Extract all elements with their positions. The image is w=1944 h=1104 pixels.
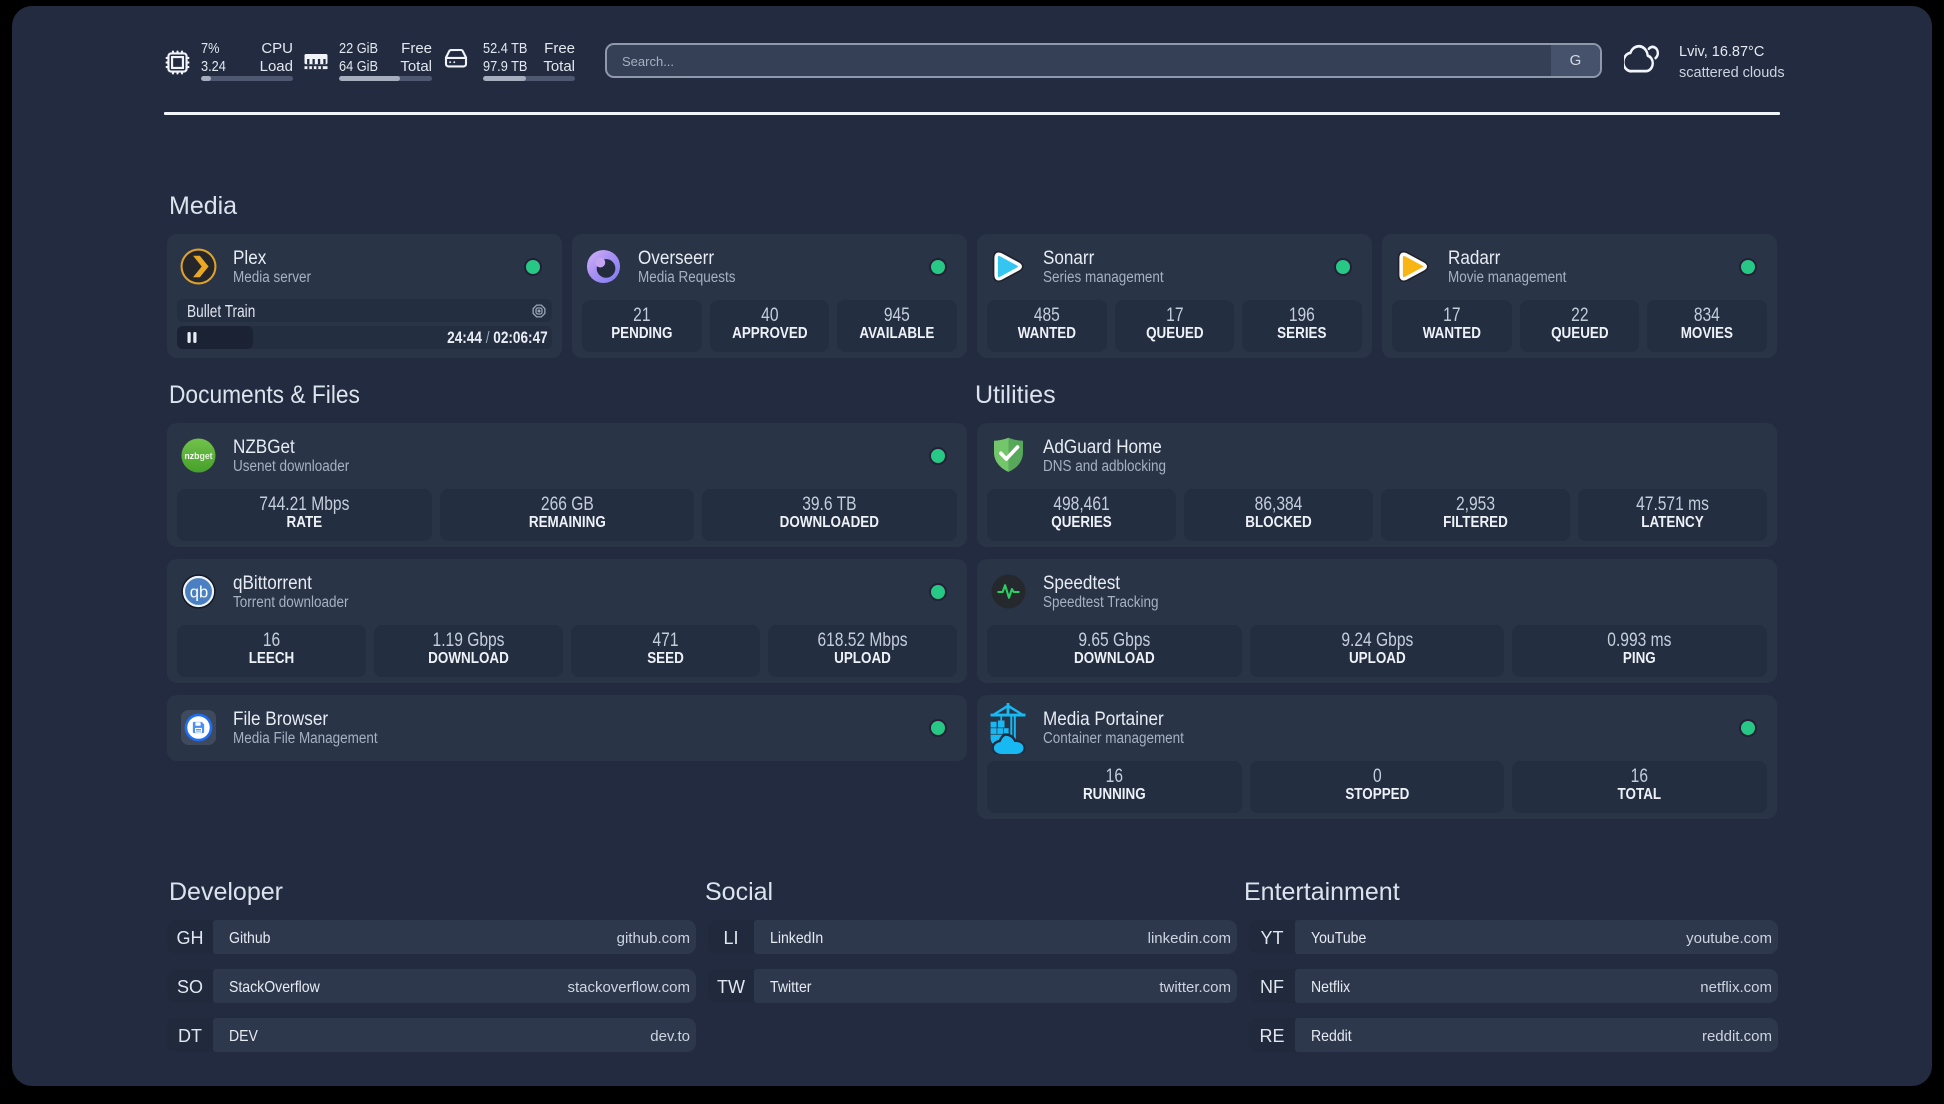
svg-text:qb: qb: [190, 582, 208, 601]
svg-text:nzbget: nzbget: [184, 451, 212, 461]
